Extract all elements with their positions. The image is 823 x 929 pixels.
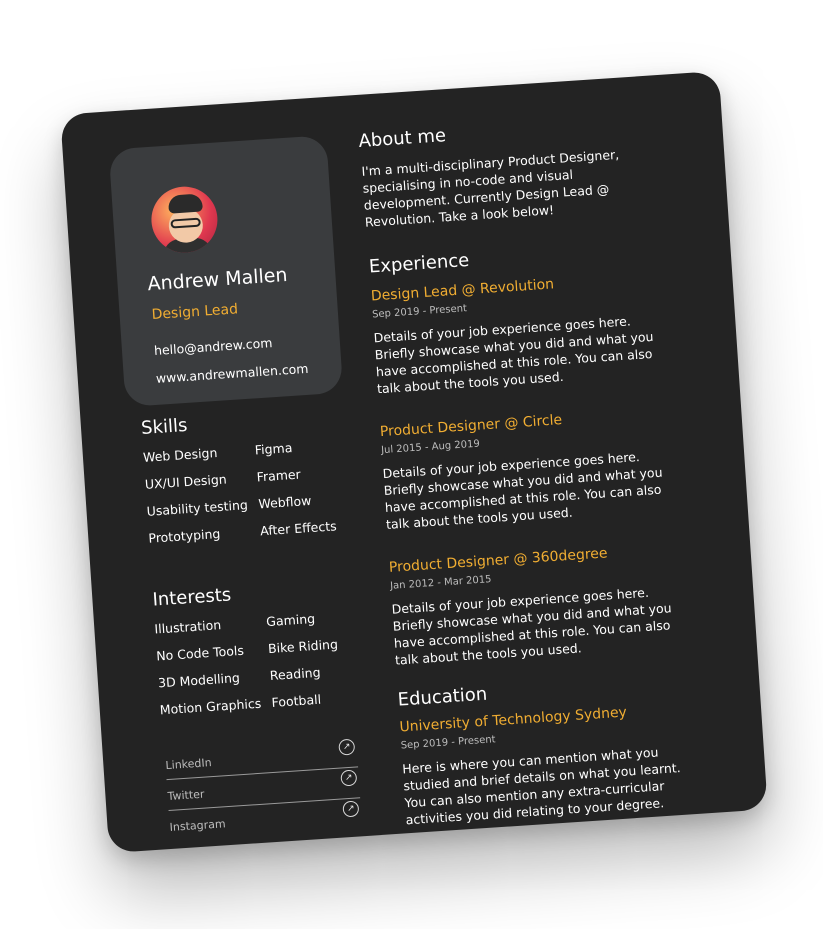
external-link-icon[interactable]: ↗ (338, 738, 356, 756)
skill-item: UX/UI Design (144, 471, 228, 492)
interest-item: Motion Graphics (159, 695, 262, 718)
interest-item: Bike Riding (267, 636, 339, 657)
interest-item: Football (271, 691, 322, 710)
profile-name: Andrew Mallen (146, 264, 289, 296)
skill-item: Usability testing (146, 497, 249, 519)
interests-title: Interests (151, 584, 232, 611)
education-title: Education (397, 683, 488, 711)
social-label: Instagram (169, 817, 226, 834)
external-link-icon[interactable]: ↗ (340, 769, 358, 787)
skill-item: Web Design (142, 445, 218, 465)
avatar-hat (167, 193, 203, 214)
interest-item: Reading (269, 664, 321, 684)
skill-item: Figma (254, 440, 293, 458)
job-details: Details of your job experience goes here… (382, 449, 663, 532)
job-entry: Product Designer @ 360degree Jan 2012 - … (388, 540, 695, 669)
social-label: Twitter (167, 787, 205, 804)
social-links: LinkedIn ↗ Twitter ↗ Instagram ↗ (164, 736, 362, 841)
avatar (149, 184, 220, 255)
job-entry: Product Designer @ Circle Jul 2015 - Aug… (379, 404, 686, 533)
education-entry: University of Technology Sydney Sep 2019… (399, 700, 706, 829)
resume-card: Andrew Mallen Design Lead hello@andrew.c… (60, 70, 768, 854)
interest-item: Illustration (154, 617, 222, 637)
education-details: Here is where you can mention what you s… (401, 744, 682, 828)
skill-item: Prototyping (147, 526, 221, 546)
job-entry: Design Lead @ Revolution Sep 2019 - Pres… (370, 269, 677, 398)
skills-title: Skills (140, 414, 189, 439)
about-title: About me (357, 125, 447, 152)
interest-item: No Code Tools (155, 642, 245, 664)
interest-item: Gaming (265, 610, 316, 630)
profile-website[interactable]: www.andrewmallen.com (155, 361, 309, 386)
skills-list: Web Design Figma UX/UI Design Framer Usa… (143, 435, 371, 546)
skill-item: After Effects (259, 518, 338, 539)
skill-item: Framer (256, 466, 302, 485)
about-text: I'm a multi-disciplinary Product Designe… (361, 146, 620, 230)
profile-panel: Andrew Mallen Design Lead hello@andrew.c… (108, 135, 344, 407)
interest-item: 3D Modelling (157, 670, 241, 691)
job-details: Details of your job experience goes here… (373, 313, 654, 397)
social-label: LinkedIn (165, 756, 213, 773)
external-link-icon[interactable]: ↗ (342, 800, 360, 818)
job-details: Details of your job experience goes here… (391, 584, 672, 668)
skill-item: Webflow (257, 492, 312, 512)
experience-title: Experience (368, 249, 470, 278)
profile-role: Design Lead (151, 301, 239, 324)
profile-email[interactable]: hello@andrew.com (154, 335, 273, 358)
interests-list: Illustration Gaming No Code Tools Bike R… (154, 607, 382, 718)
